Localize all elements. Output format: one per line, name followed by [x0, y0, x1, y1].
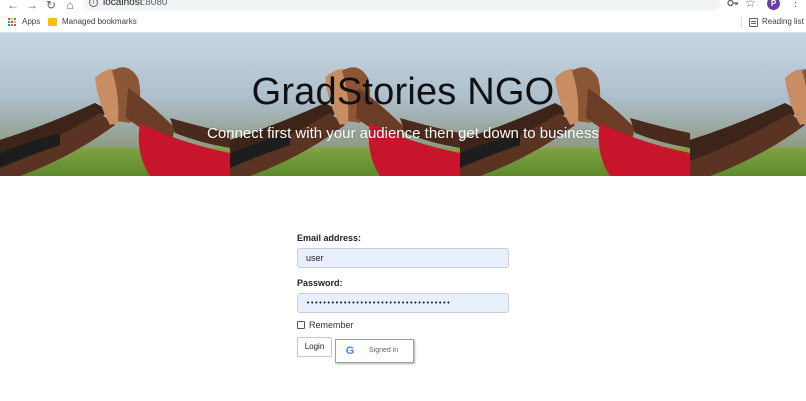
reload-icon[interactable]: ↻ [44, 0, 58, 12]
bookmark-apps[interactable]: Apps [22, 16, 40, 28]
apps-grid-icon[interactable] [8, 18, 17, 27]
key-icon[interactable] [727, 0, 739, 10]
google-g-icon: G [345, 345, 355, 357]
google-signin-button[interactable]: G Signed in [335, 339, 414, 363]
address-bar[interactable]: i localhost:8080 [84, 0, 720, 11]
reading-list-icon[interactable] [749, 18, 758, 27]
menu-kebab-icon[interactable]: ⋮ [790, 0, 801, 9]
bookmark-managed[interactable]: Managed bookmarks [62, 16, 137, 28]
url-host: localhost [103, 0, 143, 8]
hero-title: GradStories NGO [251, 71, 555, 113]
remember-label: Remember [309, 320, 354, 330]
password-label: Password: [297, 278, 343, 288]
bookmarks-bar: Apps Managed bookmarks Reading list [0, 12, 806, 33]
email-field[interactable] [297, 248, 509, 268]
email-label: Email address: [297, 233, 362, 243]
browser-toolbar: ← → ↻ ⌂ i localhost:8080 ☆ P ⋮ [0, 0, 806, 12]
login-button[interactable]: Login [297, 337, 332, 357]
bookmark-reading-list[interactable]: Reading list [762, 16, 804, 28]
site-info-icon[interactable]: i [89, 0, 98, 7]
folder-icon[interactable] [48, 18, 57, 26]
bookmarks-divider [741, 17, 742, 28]
password-field[interactable] [297, 293, 509, 313]
home-icon[interactable]: ⌂ [63, 0, 77, 12]
profile-avatar[interactable]: P [767, 0, 780, 10]
address-url: localhost:8080 [103, 0, 168, 8]
login-form: Email address: Password: [297, 233, 509, 313]
url-port: :8080 [142, 0, 168, 8]
back-arrow-icon[interactable]: ← [6, 0, 20, 12]
hero-banner: GradStories NGO Connect first with your … [0, 33, 806, 176]
forward-arrow-icon[interactable]: → [25, 0, 39, 12]
remember-checkbox[interactable] [297, 321, 305, 329]
google-signin-label: Signed in [369, 347, 399, 354]
bookmark-star-icon[interactable]: ☆ [745, 0, 756, 10]
hero-subtitle: Connect first with your audience then ge… [207, 125, 599, 142]
